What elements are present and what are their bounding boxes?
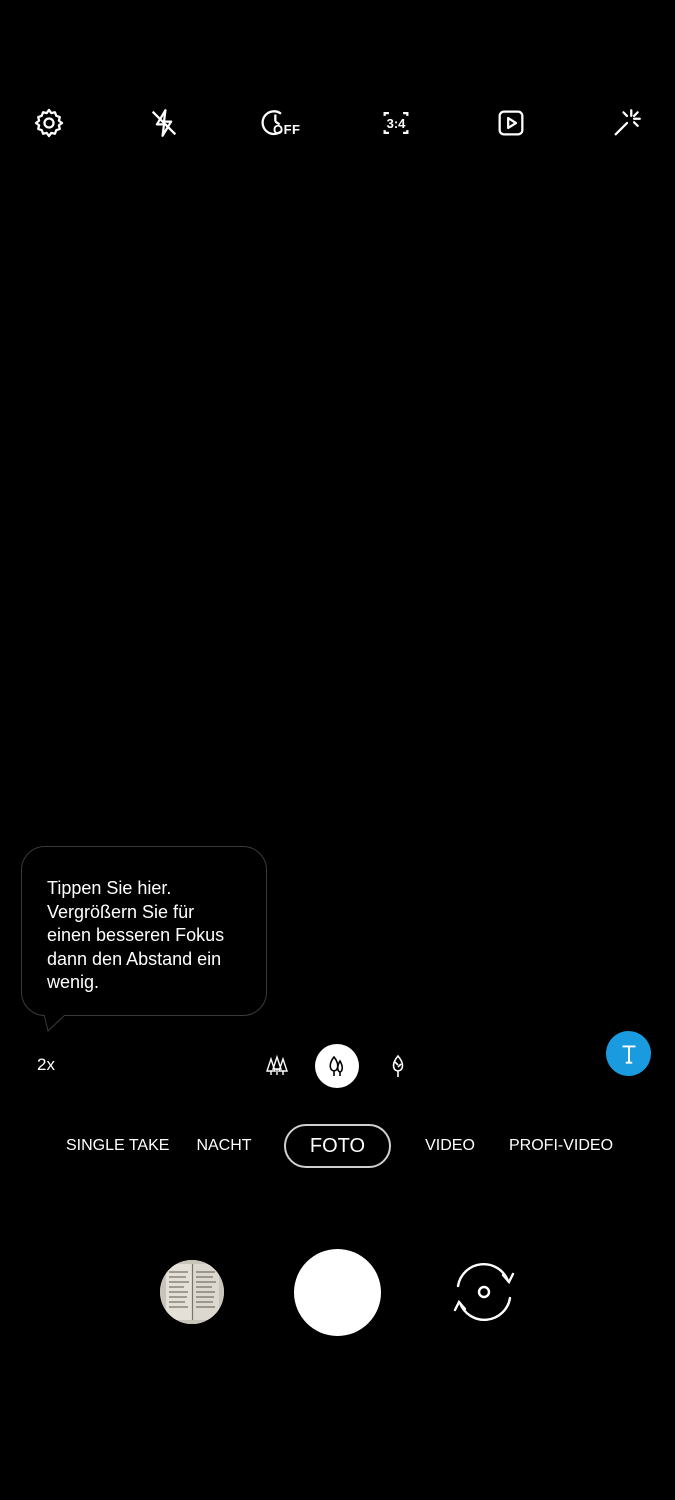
gallery-thumbnail[interactable] [160, 1260, 224, 1324]
ratio-button[interactable]: 3:4 [373, 100, 419, 146]
document-preview-image [160, 1260, 224, 1324]
tooltip-line: wenig. [47, 972, 100, 992]
switch-camera-icon [453, 1262, 515, 1322]
timer-button[interactable]: OFF [257, 100, 305, 146]
tooltip-tail [44, 1014, 68, 1032]
mode-single-take[interactable]: SINGLE TAKE [66, 1124, 169, 1168]
camera-mode-selector: SINGLE TAKE NACHT FOTO VIDEO PROFI-VIDEO [0, 1124, 675, 1170]
mode-night[interactable]: NACHT [196, 1124, 252, 1168]
flash-off-icon [151, 109, 177, 137]
tooltip-line: Tippen Sie hier. [47, 878, 172, 898]
lens-selector [0, 1042, 675, 1090]
filters-button[interactable] [604, 100, 650, 146]
tooltip-text: Tippen Sie hier. Vergrößern Sie für eine… [47, 877, 248, 995]
tooltip-line: einen besseren Fokus [47, 925, 225, 945]
motion-photo-icon [498, 110, 524, 136]
flash-button[interactable] [141, 100, 187, 146]
mode-photo[interactable]: FOTO [284, 1124, 391, 1168]
mode-video[interactable]: VIDEO [425, 1124, 475, 1168]
lens-standard-button[interactable] [315, 1044, 359, 1088]
two-trees-icon [329, 1055, 344, 1076]
gear-icon [34, 108, 64, 138]
lens-tele-button[interactable] [376, 1044, 420, 1088]
focus-tip-tooltip[interactable]: Tippen Sie hier. Vergrößern Sie für eine… [21, 846, 267, 1016]
single-tree-icon [392, 1054, 404, 1077]
timer-label: OFF [273, 122, 301, 137]
tooltip-line: Vergrößern Sie für [47, 901, 195, 922]
top-toolbar: OFF 3:4 [0, 100, 675, 146]
three-trees-icon [266, 1054, 288, 1075]
lens-wide-button[interactable] [255, 1044, 299, 1088]
text-scan-button[interactable] [606, 1031, 651, 1076]
text-scan-icon [622, 1044, 635, 1064]
tooltip-line: dann den Abstand ein [47, 948, 222, 969]
settings-button[interactable] [26, 100, 72, 146]
switch-camera-button[interactable] [446, 1259, 522, 1325]
shutter-button[interactable] [294, 1249, 381, 1336]
mode-pro-video[interactable]: PROFI-VIDEO [509, 1124, 613, 1168]
ratio-label: 3:4 [386, 115, 406, 131]
magic-wand-icon [614, 109, 641, 136]
motion-photo-button[interactable] [488, 100, 534, 146]
